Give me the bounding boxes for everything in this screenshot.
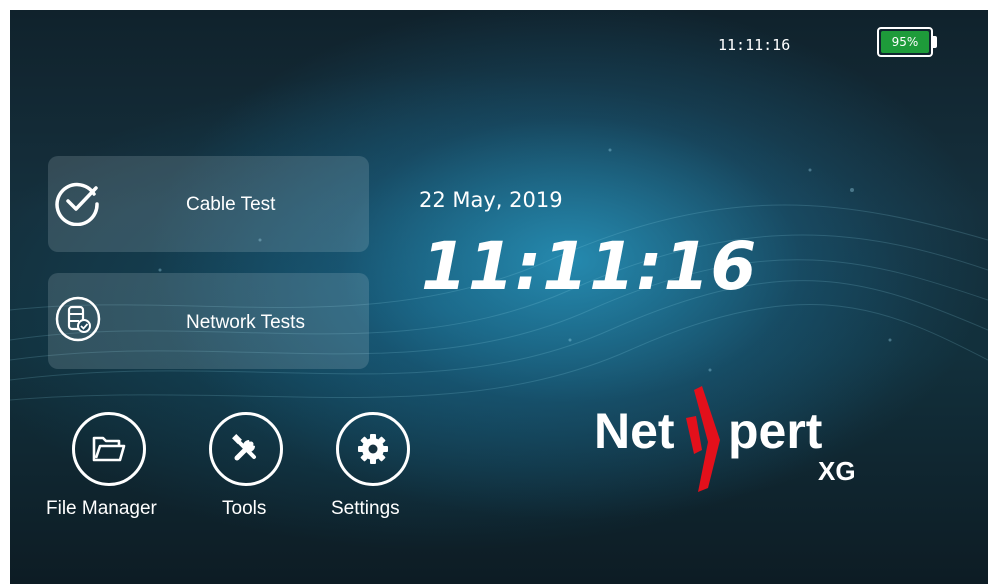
tools-icon: [232, 434, 256, 461]
server-check-icon: [55, 296, 101, 342]
file-manager-label: File Manager: [46, 498, 157, 519]
network-tests-label: Network Tests: [186, 312, 305, 333]
status-time: 11:11:16: [718, 36, 791, 54]
settings-label: Settings: [331, 498, 400, 519]
current-date: 22 May, 2019: [419, 188, 563, 212]
file-manager-button[interactable]: [72, 412, 146, 486]
cable-test-label: Cable Test: [186, 194, 276, 215]
netxpert-xg-logo: Net pert XG: [594, 386, 856, 492]
folder-icon: [92, 436, 126, 462]
settings-button[interactable]: [336, 412, 410, 486]
battery-level: 95%: [881, 31, 929, 53]
cable-test-button[interactable]: Cable Test: [48, 156, 369, 252]
battery-indicator: 95%: [877, 27, 933, 57]
gear-icon: [358, 434, 388, 464]
network-tests-button[interactable]: Network Tests: [48, 273, 369, 369]
logo-text-xg: XG: [818, 456, 856, 486]
home-screen: 11:11:16 95% Cable Test Network Tests 22…: [10, 10, 988, 584]
check-circle-icon: [55, 182, 99, 226]
current-time: 11:11:16: [421, 228, 758, 305]
logo-text-pert: pert: [728, 403, 823, 459]
battery-tip: [933, 36, 937, 48]
tools-button[interactable]: [209, 412, 283, 486]
logo-text-net: Net: [594, 403, 675, 459]
tools-label: Tools: [222, 498, 267, 519]
